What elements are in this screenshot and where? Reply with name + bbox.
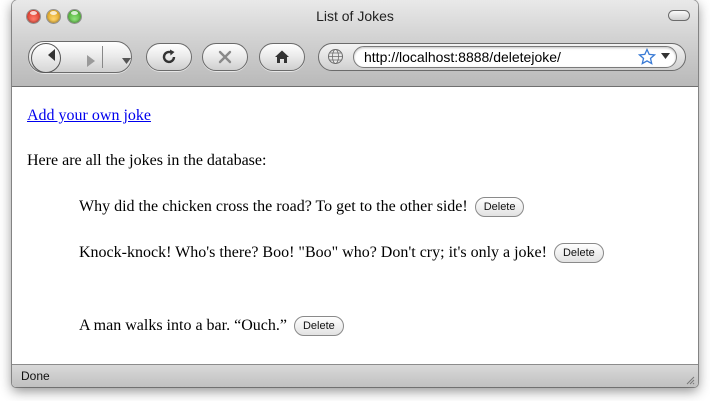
browser-chrome: List of Jokes http://localhost:8888/dele… (12, 0, 698, 87)
url-dropdown-icon[interactable] (661, 53, 670, 60)
stop-icon (218, 50, 232, 64)
page-content: Add your own joke Here are all the jokes… (12, 87, 698, 364)
joke-text: Why did the chicken cross the road? To g… (79, 198, 468, 215)
url-input[interactable]: http://localhost:8888/deletejoke/ (353, 46, 677, 68)
add-joke-link[interactable]: Add your own joke (27, 107, 151, 125)
back-button[interactable] (31, 43, 61, 73)
status-text: Done (21, 369, 50, 383)
joke-item: Knock-knock! Who's there? Boo! "Boo" who… (79, 242, 639, 264)
joke-item: A man walks into a bar. “Ouch.” Delete (79, 315, 639, 337)
reload-button[interactable] (146, 43, 192, 71)
home-icon (275, 50, 289, 63)
intro-text: Here are all the jokes in the database: (27, 152, 267, 169)
address-bar: http://localhost:8888/deletejoke/ (318, 43, 686, 71)
back-arrow-icon (48, 49, 55, 61)
globe-icon (328, 49, 343, 64)
star-icon[interactable] (638, 48, 656, 66)
joke-item: Why did the chicken cross the road? To g… (79, 196, 639, 218)
nav-divider (102, 46, 103, 68)
forward-arrow-icon (87, 55, 95, 67)
home-button[interactable] (259, 43, 305, 71)
joke-text: A man walks into a bar. “Ouch.” (79, 317, 287, 334)
delete-button[interactable]: Delete (474, 197, 525, 218)
url-text: http://localhost:8888/deletejoke/ (364, 49, 561, 65)
reload-icon (162, 49, 176, 64)
window-title: List of Jokes (316, 8, 394, 24)
navigation-group (28, 41, 132, 73)
status-bar: Done (12, 364, 698, 387)
joke-text: Knock-knock! Who's there? Boo! "Boo" who… (79, 244, 547, 261)
chevron-down-icon (122, 58, 131, 64)
stop-button[interactable] (202, 43, 248, 71)
browser-window: List of Jokes http://localhost:8888/dele… (12, 0, 698, 387)
toolbar-toggle-button[interactable] (668, 10, 690, 21)
delete-button[interactable]: Delete (553, 243, 604, 264)
delete-button[interactable]: Delete (293, 316, 344, 337)
resize-grip-icon[interactable] (685, 375, 695, 385)
